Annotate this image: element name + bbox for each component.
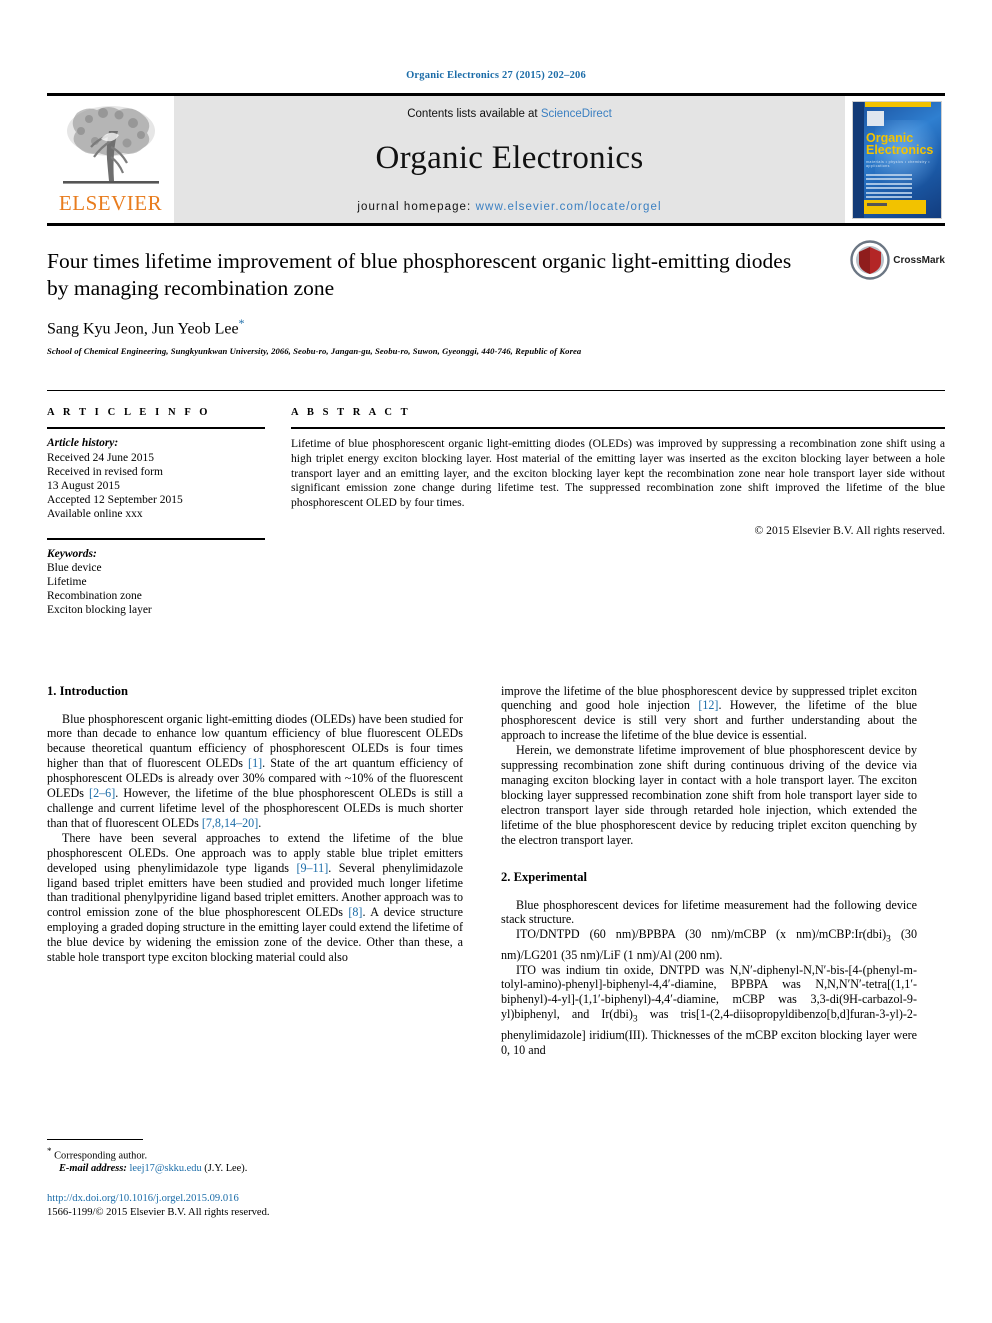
right-paragraph-1: improve the lifetime of the blue phospho… [501,684,917,744]
citation-link[interactable]: [2–6] [89,786,115,800]
keyword-item: Blue device [47,561,102,574]
keyword-item: Recombination zone [47,590,142,603]
cover-image: Organic Electronics materials • physics … [852,100,942,219]
abstract-heading: A B S T R A C T [291,407,411,419]
section-heading-introduction: 1. Introduction [47,683,128,698]
keywords-label: Keywords: [47,547,97,560]
issn-copyright-line: 1566-1199/© 2015 Elsevier B.V. All right… [47,1206,270,1218]
contents-prefix: Contents lists available at [407,108,541,120]
keywords-block: Keywords: Blue device Lifetime Recombina… [47,537,265,618]
crossmark-badge[interactable]: CrossMark [850,240,945,280]
journal-masthead: ELSEVIER Contents lists available at Sci… [47,93,945,223]
cover-title-line2: Electronics [866,143,934,157]
materials-paragraph: ITO was indium tin oxide, DNTPD was N,N′… [501,963,917,1058]
citation-link[interactable]: [9–11] [296,861,328,875]
citation-link[interactable]: [1] [248,756,262,770]
history-item: 13 August 2015 [47,479,120,492]
right-paragraph-2: Herein, we demonstrate lifetime improvem… [501,743,917,847]
article-body: 1. Introduction Blue phosphorescent orga… [47,683,945,1218]
email-note: E-mail address: leej17@skku.edu (J.Y. Le… [47,1162,463,1175]
page-title: Four times lifetime improvement of blue … [47,249,792,300]
paper-page: Organic Electronics 27 (2015) 202–206 EL… [0,0,992,1323]
homepage-url-link[interactable]: www.elsevier.com/locate/orgel [476,201,662,213]
journal-title: Organic Electronics [375,140,644,176]
cover-bottom-band [864,199,926,214]
contents-available-line: Contents lists available at ScienceDirec… [407,108,612,120]
history-item: Accepted 12 September 2015 [47,494,183,507]
author-list: Sang Kyu Jeon, Jun Yeob Lee* [47,316,945,338]
abstract-column: A B S T R A C T Lifetime of blue phospho… [291,407,945,617]
asterisk-icon: * [47,1145,52,1156]
article-history: Article history: Received 24 June 2015 R… [47,429,265,521]
footnote-rule [47,1138,143,1140]
elsevier-logo: ELSEVIER [47,96,174,223]
body-right-column: improve the lifetime of the blue phospho… [501,684,917,1058]
info-abstract-block: A R T I C L E I N F O Article history: R… [47,390,945,617]
corresponding-author-marker: * [238,316,245,330]
author-names: Sang Kyu Jeon, Jun Yeob Lee [47,320,239,338]
article-info-column: A R T I C L E I N F O Article history: R… [47,407,265,617]
email-label: E-mail address: [59,1163,127,1175]
intro-paragraph-2: There have been several approaches to ex… [47,831,463,965]
crossmark-icon [850,240,890,280]
experimental-paragraph-1: Blue phosphorescent devices for lifetime… [501,897,917,927]
cover-title: Organic Electronics [866,131,936,157]
device-stack-paragraph: ITO/DNTPD (60 nm)/BPBPA (30 nm)/mCBP (x … [501,927,917,962]
section-heading-experimental: 2. Experimental [501,869,588,884]
abstract-copyright: © 2015 Elsevier B.V. All rights reserved… [754,524,945,538]
doi-block: http://dx.doi.org/10.1016/j.orgel.2015.0… [47,1192,463,1219]
article-history-label: Article history: [47,437,119,450]
doi-link[interactable]: http://dx.doi.org/10.1016/j.orgel.2015.0… [47,1192,463,1206]
device-stack-a: ITO/DNTPD (60 nm)/BPBPA (30 nm)/mCBP (x … [516,927,887,942]
crossmark-label: CrossMark [893,254,945,266]
intro-p1-d: . [258,815,262,830]
cover-top-band [865,101,931,107]
article-title-block: Four times lifetime improvement of blue … [47,223,945,356]
homepage-label: journal homepage: [357,201,476,213]
history-item: Received in revised form [47,465,163,478]
footnote-block: * Corresponding author. E-mail address: … [47,1138,463,1220]
elsevier-tree-icon [59,101,163,193]
affiliation: School of Chemical Engineering, Sungkyun… [47,346,582,357]
keyword-item: Lifetime [47,575,87,588]
journal-cover-thumbnail: Organic Electronics materials • physics … [845,96,945,223]
body-left-column: 1. Introduction Blue phosphorescent orga… [47,683,463,1218]
intro-paragraph-1: Blue phosphorescent organic light-emitti… [47,712,463,831]
journal-homepage-line: journal homepage: www.elsevier.com/locat… [357,201,661,213]
sciencedirect-link[interactable]: ScienceDirect [541,108,612,120]
masthead-center: Contents lists available at ScienceDirec… [174,96,845,223]
cover-subtitle: materials • physics • chemistry • applic… [866,159,930,168]
history-item: Received 24 June 2015 [47,451,154,464]
cover-text-lines [866,173,912,202]
corresponding-author-note: * Corresponding author. [47,1145,463,1162]
abstract-text: Lifetime of blue phosphorescent organic … [291,437,945,509]
keyword-item: Exciton blocking layer [47,604,152,617]
email-link[interactable]: leej17@skku.edu [129,1163,201,1174]
article-info-heading: A R T I C L E I N F O [47,407,211,419]
citation-link[interactable]: [7,8,14–20] [202,816,258,830]
email-suffix: (J.Y. Lee). [204,1163,248,1175]
citation-link[interactable]: [12] [698,698,718,712]
elsevier-wordmark: ELSEVIER [58,191,163,215]
corresponding-author-text: Corresponding author. [54,1150,148,1162]
citation-link[interactable]: [8] [348,905,362,919]
running-head: Organic Electronics 27 (2015) 202–206 [406,70,586,81]
cover-publisher-box [867,110,884,126]
history-item: Available online xxx [47,508,143,521]
cover-left-band [853,101,864,218]
